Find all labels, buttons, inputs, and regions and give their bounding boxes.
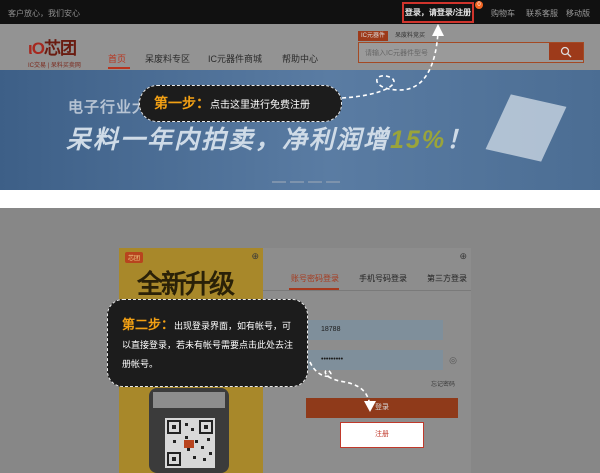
arrow-head-icon bbox=[432, 24, 444, 36]
guide-arrows bbox=[309, 24, 444, 412]
arrow-head-icon bbox=[364, 401, 376, 412]
